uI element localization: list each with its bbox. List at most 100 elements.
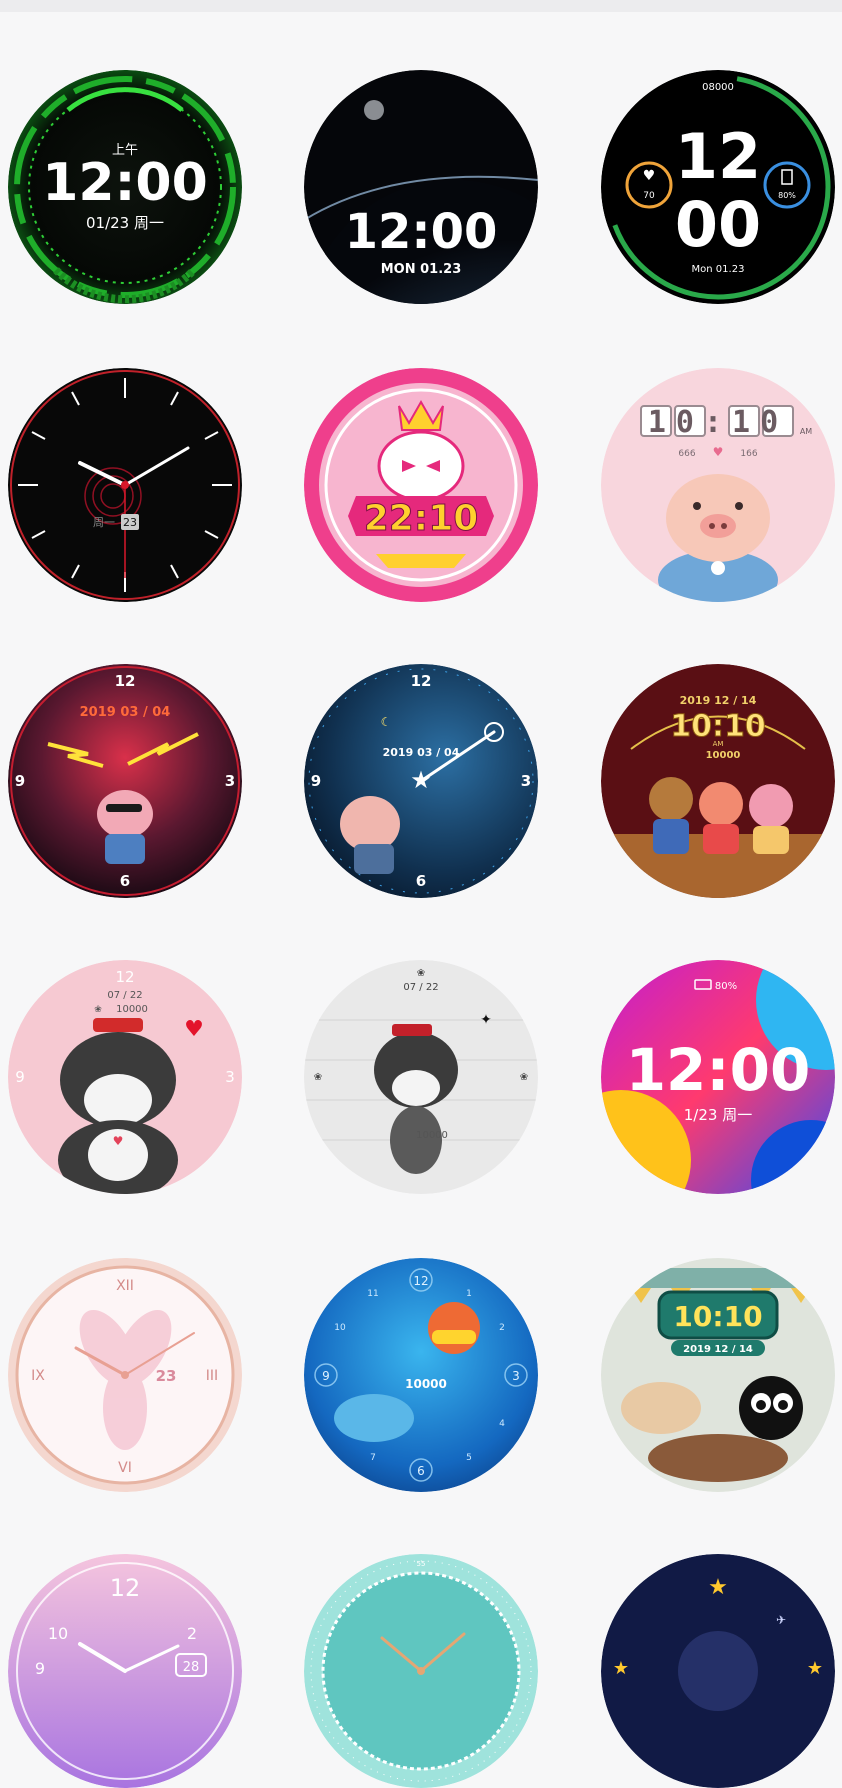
numeral-12: 12 xyxy=(115,672,136,690)
numeral-3: 3 xyxy=(225,772,235,790)
red-analog-face-art: 周一 23 xyxy=(8,368,242,602)
roman-numeral-6: VI xyxy=(118,1460,132,1476)
steps-count: 10000 xyxy=(416,1130,448,1141)
date-label: 07 / 22 xyxy=(403,982,438,993)
star-icon: ★ xyxy=(410,766,432,794)
ampm-label: AM xyxy=(713,740,724,748)
minute-digits: 00 xyxy=(675,188,761,261)
watch-face-planet[interactable]: 12:00 MON 01.23 xyxy=(304,70,538,304)
watch-face-ocean-fox[interactable]: 12 3 6 9 1 2 4 5 7 8 10 11 10000 xyxy=(304,1258,538,1492)
tick-label-top: 55 xyxy=(417,1560,426,1568)
green-digital-face-art: 上午 12:00 01/23 周一 xyxy=(8,70,242,304)
heart-icon: ♥ xyxy=(713,445,724,459)
colorful-face-art: 80% 12:00 1/23 周一 xyxy=(601,960,835,1194)
gradient-analog-face-art: 12 10 2 9 28 xyxy=(8,1554,242,1788)
watch-face-roman-pink[interactable]: XII III VI IX 23 xyxy=(8,1258,242,1492)
watch-face-gallery: 上午 12:00 01/23 周一 12:00 MON 01.23 08000 … xyxy=(0,12,842,1788)
date-label: MON 01.23 xyxy=(381,262,462,277)
moon-icon: ☾ xyxy=(381,715,392,729)
watch-face-stage-friends[interactable]: 2019 12 / 14 10:10 AM 10000 xyxy=(601,664,835,898)
fitness-ring-face-art: 08000 12 00 ♥ 70 80% Mon 01.23 xyxy=(601,70,835,304)
watch-face-pig-night[interactable]: 12 3 6 9 ☾ 2019 03 / 04 ★ xyxy=(304,664,538,898)
day-window: 28 xyxy=(183,1660,200,1675)
roman-numeral-3: III xyxy=(206,1368,218,1384)
numeral-3: 3 xyxy=(521,772,531,790)
starry-night-face-art: ★ ★ ★ ✈ xyxy=(601,1554,835,1788)
watch-face-starry-night[interactable]: ★ ★ ★ ✈ xyxy=(601,1554,835,1788)
day-window: 23 xyxy=(156,1367,177,1385)
digital-time: 10:10 xyxy=(673,1300,762,1333)
watch-face-pig-hearts[interactable]: 10:10 AM 666 ♥ 166 xyxy=(601,368,835,602)
star-icon-left: ★ xyxy=(613,1658,629,1679)
star-icon-top: ★ xyxy=(708,1575,728,1600)
weekday-label: 周一 xyxy=(93,516,115,529)
watch-face-pig-rock[interactable]: 2019 03 / 04 12 3 6 9 xyxy=(8,664,242,898)
paw-icon: ❀ xyxy=(94,1005,102,1015)
watch-face-black-cat[interactable]: 10:10 2019 12 / 14 xyxy=(601,1258,835,1492)
numeral-6: 6 xyxy=(416,872,426,890)
steps-count: 10000 xyxy=(405,1377,447,1391)
numeral-10: 10 xyxy=(334,1323,346,1333)
roman-numeral-9: IX xyxy=(31,1368,45,1384)
numeral-6: 6 xyxy=(417,1464,425,1478)
planet-face-art: 12:00 MON 01.23 xyxy=(304,70,538,304)
numeral-7: 7 xyxy=(370,1453,376,1463)
digital-time: 12:00 xyxy=(345,204,498,260)
numeral-11: 11 xyxy=(367,1289,378,1299)
watch-face-gradient-analog[interactable]: 12 10 2 9 28 xyxy=(8,1554,242,1788)
star-icon-right: ★ xyxy=(807,1658,823,1679)
digital-time: 10:10 xyxy=(648,405,788,440)
heart-icon: ♥ xyxy=(643,168,656,184)
numeral-5: 5 xyxy=(466,1453,472,1463)
numeral-4: 4 xyxy=(499,1419,505,1429)
day-window: 23 xyxy=(123,516,137,529)
watch-face-cat-wall[interactable]: 07 / 22 ❀ ❀ ❀ ✦ 10000 xyxy=(304,960,538,1194)
steps-count: 10000 xyxy=(706,750,741,761)
watch-face-cat-pink[interactable]: 12 3 6 9 07 / 22 ❀ 10000 ♥ ♥ xyxy=(8,960,242,1194)
numeral-3: 3 xyxy=(225,1068,235,1086)
ampm-label: AM xyxy=(800,427,812,436)
numeral-9: 9 xyxy=(15,772,25,790)
paw-icon-top: ❀ xyxy=(417,968,425,979)
roman-pink-face-art: XII III VI IX 23 xyxy=(8,1258,242,1492)
flower-icon xyxy=(711,561,725,575)
digital-time: 10:10 xyxy=(670,709,766,744)
date-label: 01/23 周一 xyxy=(86,214,164,232)
numeral-9: 9 xyxy=(35,1659,45,1678)
roman-numeral-12: XII xyxy=(116,1278,134,1294)
stat-left: 666 xyxy=(678,449,695,459)
cat-pink-face-art: 12 3 6 9 07 / 22 ❀ 10000 ♥ ♥ xyxy=(8,960,242,1194)
watch-face-fitness-ring[interactable]: 08000 12 00 ♥ 70 80% Mon 01.23 xyxy=(601,70,835,304)
date-label: 2019 03 / 04 xyxy=(383,746,460,759)
pig-night-face-art: 12 3 6 9 ☾ 2019 03 / 04 ★ xyxy=(304,664,538,898)
watch-face-red-analog[interactable]: 周一 23 xyxy=(8,368,242,602)
digital-time: 12:00 xyxy=(626,1036,811,1104)
top-status-strip xyxy=(0,0,842,12)
watch-face-green-digital[interactable]: 上午 12:00 01/23 周一 xyxy=(8,70,242,304)
steps-count: 10000 xyxy=(116,1004,148,1015)
heart-rate-value: 70 xyxy=(643,191,655,201)
battery-value: 80% xyxy=(778,191,796,200)
battery-value: 80% xyxy=(715,981,737,992)
pink-crown-face-art: 22:10 xyxy=(304,368,538,602)
date-label: 2019 12 / 14 xyxy=(683,1344,753,1355)
pig-rock-face-art: 2019 03 / 04 12 3 6 9 xyxy=(8,664,242,898)
numeral-3: 3 xyxy=(512,1369,520,1383)
paw-icon-left: ❀ xyxy=(314,1072,322,1083)
watch-face-pink-crown[interactable]: 22:10 xyxy=(304,368,538,602)
watch-face-colorful[interactable]: 80% 12:00 1/23 周一 xyxy=(601,960,835,1194)
rocket-icon: ✈ xyxy=(776,1613,786,1627)
numeral-9: 9 xyxy=(311,772,321,790)
steps-count: 08000 xyxy=(702,82,734,93)
watch-face-teal-lace[interactable]: 55 xyxy=(304,1554,538,1788)
date-label: 2019 12 / 14 xyxy=(680,694,757,707)
numeral-12: 12 xyxy=(413,1274,428,1288)
black-cat-face-art: 10:10 2019 12 / 14 xyxy=(601,1258,835,1492)
digital-time: 22:10 xyxy=(364,498,479,539)
numeral-6: 6 xyxy=(120,872,130,890)
hour-digits: 12 xyxy=(675,120,761,193)
numeral-12: 12 xyxy=(110,1574,141,1602)
date-label: 07 / 22 xyxy=(107,990,142,1001)
digital-time: 12:00 xyxy=(42,153,208,213)
numeral-2: 2 xyxy=(187,1624,197,1643)
